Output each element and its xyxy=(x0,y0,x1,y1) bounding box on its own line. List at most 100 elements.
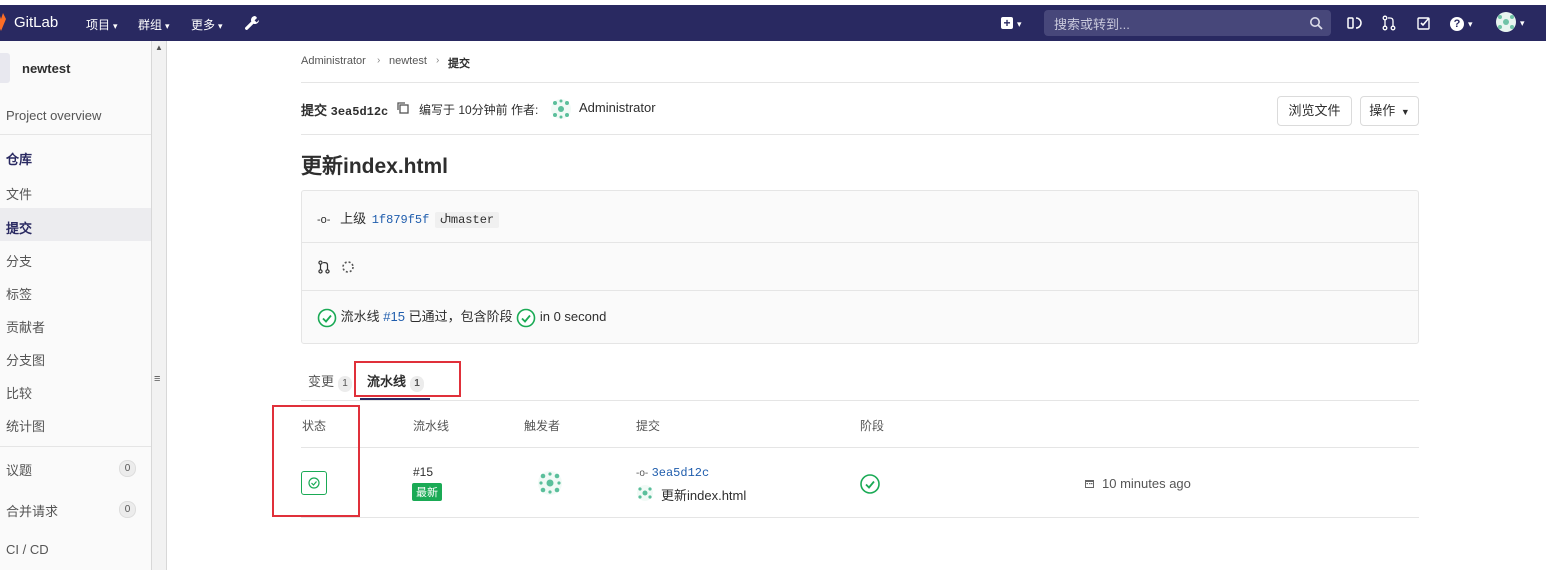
divider xyxy=(302,242,1418,243)
divider xyxy=(301,82,1419,83)
actions-label: 操作 xyxy=(1369,103,1396,118)
parent-row: -o- 上级 1f879f5f Ⴐmaster xyxy=(317,208,500,228)
pipeline-status-row: 流水线 #15 已通过，包含阶段 in 0 second xyxy=(317,306,606,328)
sidebar-item-files[interactable]: 文件 xyxy=(6,184,32,203)
search-input[interactable] xyxy=(1052,14,1296,34)
chevron-down-icon: ▾ xyxy=(113,21,118,31)
sidebar-section-repository[interactable]: 仓库 xyxy=(6,149,32,168)
mr-row xyxy=(317,260,355,279)
help-dropdown[interactable]: ? ▾ xyxy=(1450,14,1473,32)
tab-changes-label: 变更 xyxy=(308,374,335,389)
triggerer-avatar[interactable] xyxy=(538,471,562,495)
commit-sha-link[interactable]: 3ea5d12c xyxy=(652,466,710,480)
divider xyxy=(301,447,1419,448)
chevron-down-icon: ▾ xyxy=(1017,19,1022,29)
todo-icon[interactable] xyxy=(1416,15,1432,31)
divider xyxy=(0,134,151,135)
divider xyxy=(302,290,1418,291)
branch-name: master xyxy=(450,213,495,227)
column-header-stages: 阶段 xyxy=(860,419,885,433)
sidebar-item-commits[interactable]: 提交 xyxy=(6,218,32,237)
issues-count-badge: 0 xyxy=(119,460,136,477)
wrench-icon[interactable] xyxy=(244,15,260,31)
search-box[interactable] xyxy=(1044,10,1331,36)
pipeline-link[interactable]: #15 xyxy=(383,309,405,324)
highlight-box-tab xyxy=(354,361,461,397)
column-header-commit: 提交 xyxy=(636,419,661,433)
nav-menu-more[interactable]: 更多 ▾ xyxy=(191,16,223,33)
nav-menu-groups[interactable]: 群组 ▾ xyxy=(138,16,170,33)
tab-changes[interactable]: 变更 1 xyxy=(308,371,353,392)
nav-menu-projects[interactable]: 项目 ▾ xyxy=(86,16,118,33)
mr-count-badge: 0 xyxy=(119,501,136,518)
merge-request-icon[interactable] xyxy=(1381,15,1397,31)
commit-author-name[interactable]: Administrator xyxy=(579,100,656,115)
user-menu[interactable]: ▾ xyxy=(1496,12,1525,32)
commit-title: 更新index.html xyxy=(301,155,449,178)
sidebar-item-branches[interactable]: 分支 xyxy=(6,251,32,270)
top-navbar: GitLab 项目▾ 群组▾ 更多▾ +▾ ?▾ xyxy=(0,5,1546,41)
sidebar-item-merge-requests[interactable]: 合并请求 xyxy=(6,501,58,520)
parent-label: 上级 xyxy=(340,211,367,226)
parent-sha-link[interactable]: 1f879f5f xyxy=(372,213,430,227)
column-header-pipeline: 流水线 xyxy=(413,419,450,433)
breadcrumb-project[interactable]: newtest xyxy=(389,55,427,67)
commit-authored-text: 编写于 10分钟前 作者: xyxy=(419,103,539,117)
divider xyxy=(301,400,1419,401)
highlight-box-status xyxy=(272,405,360,517)
scroll-up-arrow-icon[interactable]: ▲ xyxy=(155,43,163,52)
commit-node-icon: -o- xyxy=(636,468,649,479)
sidebar-scrollbar[interactable]: ▲ ≡ xyxy=(151,41,167,570)
copy-icon[interactable] xyxy=(397,102,409,114)
sidebar-item-contributors[interactable]: 贡献者 xyxy=(6,317,45,336)
breadcrumb-current[interactable]: 提交 xyxy=(448,55,470,71)
brand-name[interactable]: GitLab xyxy=(14,14,58,31)
loading-spinner-icon xyxy=(342,261,355,273)
collapse-handle-icon[interactable]: ≡ xyxy=(154,373,160,385)
author-avatar[interactable] xyxy=(551,99,571,119)
branch-icon: Ⴐ xyxy=(439,213,451,227)
search-icon xyxy=(1310,17,1323,30)
commit-author-avatar[interactable] xyxy=(636,485,654,501)
plus-square-icon: + xyxy=(1001,17,1013,29)
sidebar-item-issues[interactable]: 议题 xyxy=(6,460,32,479)
stage-success-icon[interactable] xyxy=(859,473,881,495)
chevron-down-icon: ▾ xyxy=(1468,19,1473,29)
commit-cell: -o- 3ea5d12c xyxy=(636,465,709,480)
pipeline-text-suffix: 已通过，包含阶段 xyxy=(408,309,513,324)
avatar xyxy=(1496,12,1516,32)
commit-prefix: 提交 xyxy=(301,103,328,118)
pipeline-id-link[interactable]: #15 xyxy=(413,465,433,479)
gitlab-logo-icon[interactable] xyxy=(0,13,6,31)
commit-info-box: -o- 上级 1f879f5f Ⴐmaster 流水线 #15 已通过，包含阶段… xyxy=(301,190,1419,344)
chevron-down-icon: ▾ xyxy=(218,21,223,31)
browse-files-button[interactable]: 浏览文件 xyxy=(1277,96,1352,126)
issues-icon[interactable] xyxy=(1346,15,1362,31)
stage-success-icon[interactable] xyxy=(516,308,536,328)
commit-header: 提交 3ea5d12c xyxy=(301,100,388,119)
commit-sha: 3ea5d12c xyxy=(330,105,389,119)
status-success-icon[interactable] xyxy=(317,308,337,328)
sidebar-item-charts[interactable]: 统计图 xyxy=(6,416,45,435)
sidebar-project-name[interactable]: newtest xyxy=(22,61,70,76)
sidebar: newtest Project overview 仓库 文件 提交 分支 标签 … xyxy=(0,41,151,570)
breadcrumb-admin[interactable]: Administrator xyxy=(301,55,366,67)
sidebar-item-tags[interactable]: 标签 xyxy=(6,284,32,303)
divider xyxy=(301,517,1419,518)
pipeline-duration: in 0 second xyxy=(539,309,607,324)
sidebar-item-overview[interactable]: Project overview xyxy=(6,108,101,123)
branch-tag[interactable]: Ⴐmaster xyxy=(434,212,500,228)
column-header-triggerer: 触发者 xyxy=(524,419,561,433)
sidebar-item-graph[interactable]: 分支图 xyxy=(6,350,45,369)
divider xyxy=(301,134,1419,135)
pipeline-text-prefix: 流水线 xyxy=(340,309,380,324)
project-avatar[interactable] xyxy=(0,53,10,83)
new-dropdown[interactable]: + ▾ xyxy=(1001,15,1022,30)
actions-dropdown-button[interactable]: 操作 ▼ xyxy=(1360,96,1419,126)
sidebar-item-cicd[interactable]: CI / CD xyxy=(6,542,49,557)
sidebar-item-compare[interactable]: 比较 xyxy=(6,383,32,402)
breadcrumb-separator-icon: › xyxy=(436,55,440,66)
commit-message-link[interactable]: 更新index.html xyxy=(661,485,746,504)
breadcrumb-separator-icon: › xyxy=(377,55,381,66)
divider xyxy=(0,446,151,447)
